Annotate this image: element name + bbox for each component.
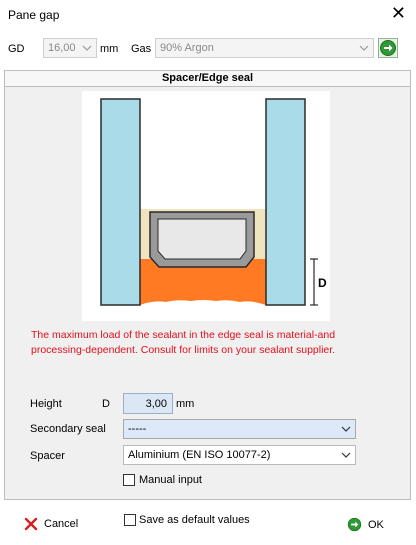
sealant-warning: The maximum load of the sealant in the e… [31,329,336,356]
gd-value: 16,00 [48,42,76,54]
gas-label: Gas [131,43,152,55]
close-icon[interactable]: ✕ [391,4,406,22]
panel-title: Spacer/Edge seal [5,71,410,87]
window-title: Pane gap [8,8,60,22]
gd-unit: mm [100,43,119,55]
ok-label: OK [368,518,384,531]
arrow-right-circle-icon [380,40,396,56]
height-value: 3,00 [145,398,167,410]
glass-pane-left [100,98,141,306]
spacer-edge-seal-panel: Spacer/Edge seal D The maximum load of t… [4,70,411,500]
title-bar: Pane gap ✕ [0,0,416,30]
cancel-x-icon [24,517,38,531]
chevron-down-icon [341,452,351,458]
gas-value: 90% Argon [160,42,214,54]
secondary-seal-label: Secondary seal [30,423,106,435]
gd-label: GD [8,43,25,55]
spacer-select[interactable]: Aluminium (EN ISO 10077-2) [123,445,356,465]
edge-seal-drawing: D [100,98,327,306]
manual-input-label: Manual input [139,474,202,486]
height-label: Height [30,398,62,410]
gas-select[interactable]: 90% Argon [155,38,374,58]
chevron-down-icon [82,45,92,51]
ok-button[interactable]: OK [347,517,384,532]
save-default-label: Save as default values [139,514,250,526]
spacer-label: Spacer [30,450,65,462]
chevron-down-icon [341,426,351,432]
glass-pane-right [265,98,306,306]
dimension-label: D [318,276,327,290]
secondary-seal-value: ----- [128,423,147,435]
arrow-right-circle-icon [347,517,362,532]
secondary-seal-select[interactable]: ----- [123,419,356,439]
spacer-value: Aluminium (EN ISO 10077-2) [128,449,271,461]
gd-combo[interactable]: 16,00 [43,38,97,58]
height-symbol: D [102,398,110,410]
apply-gas-button[interactable] [378,38,398,58]
cancel-button[interactable]: Cancel [24,517,78,531]
height-unit: mm [176,398,195,410]
height-input[interactable]: 3,00 [123,393,173,414]
manual-input-checkbox[interactable] [123,474,135,486]
save-default-checkbox[interactable] [124,514,136,526]
chevron-down-icon [359,45,369,51]
spacer-cavity [157,218,247,260]
cancel-label: Cancel [44,518,79,530]
edge-seal-diagram: D [82,91,330,321]
